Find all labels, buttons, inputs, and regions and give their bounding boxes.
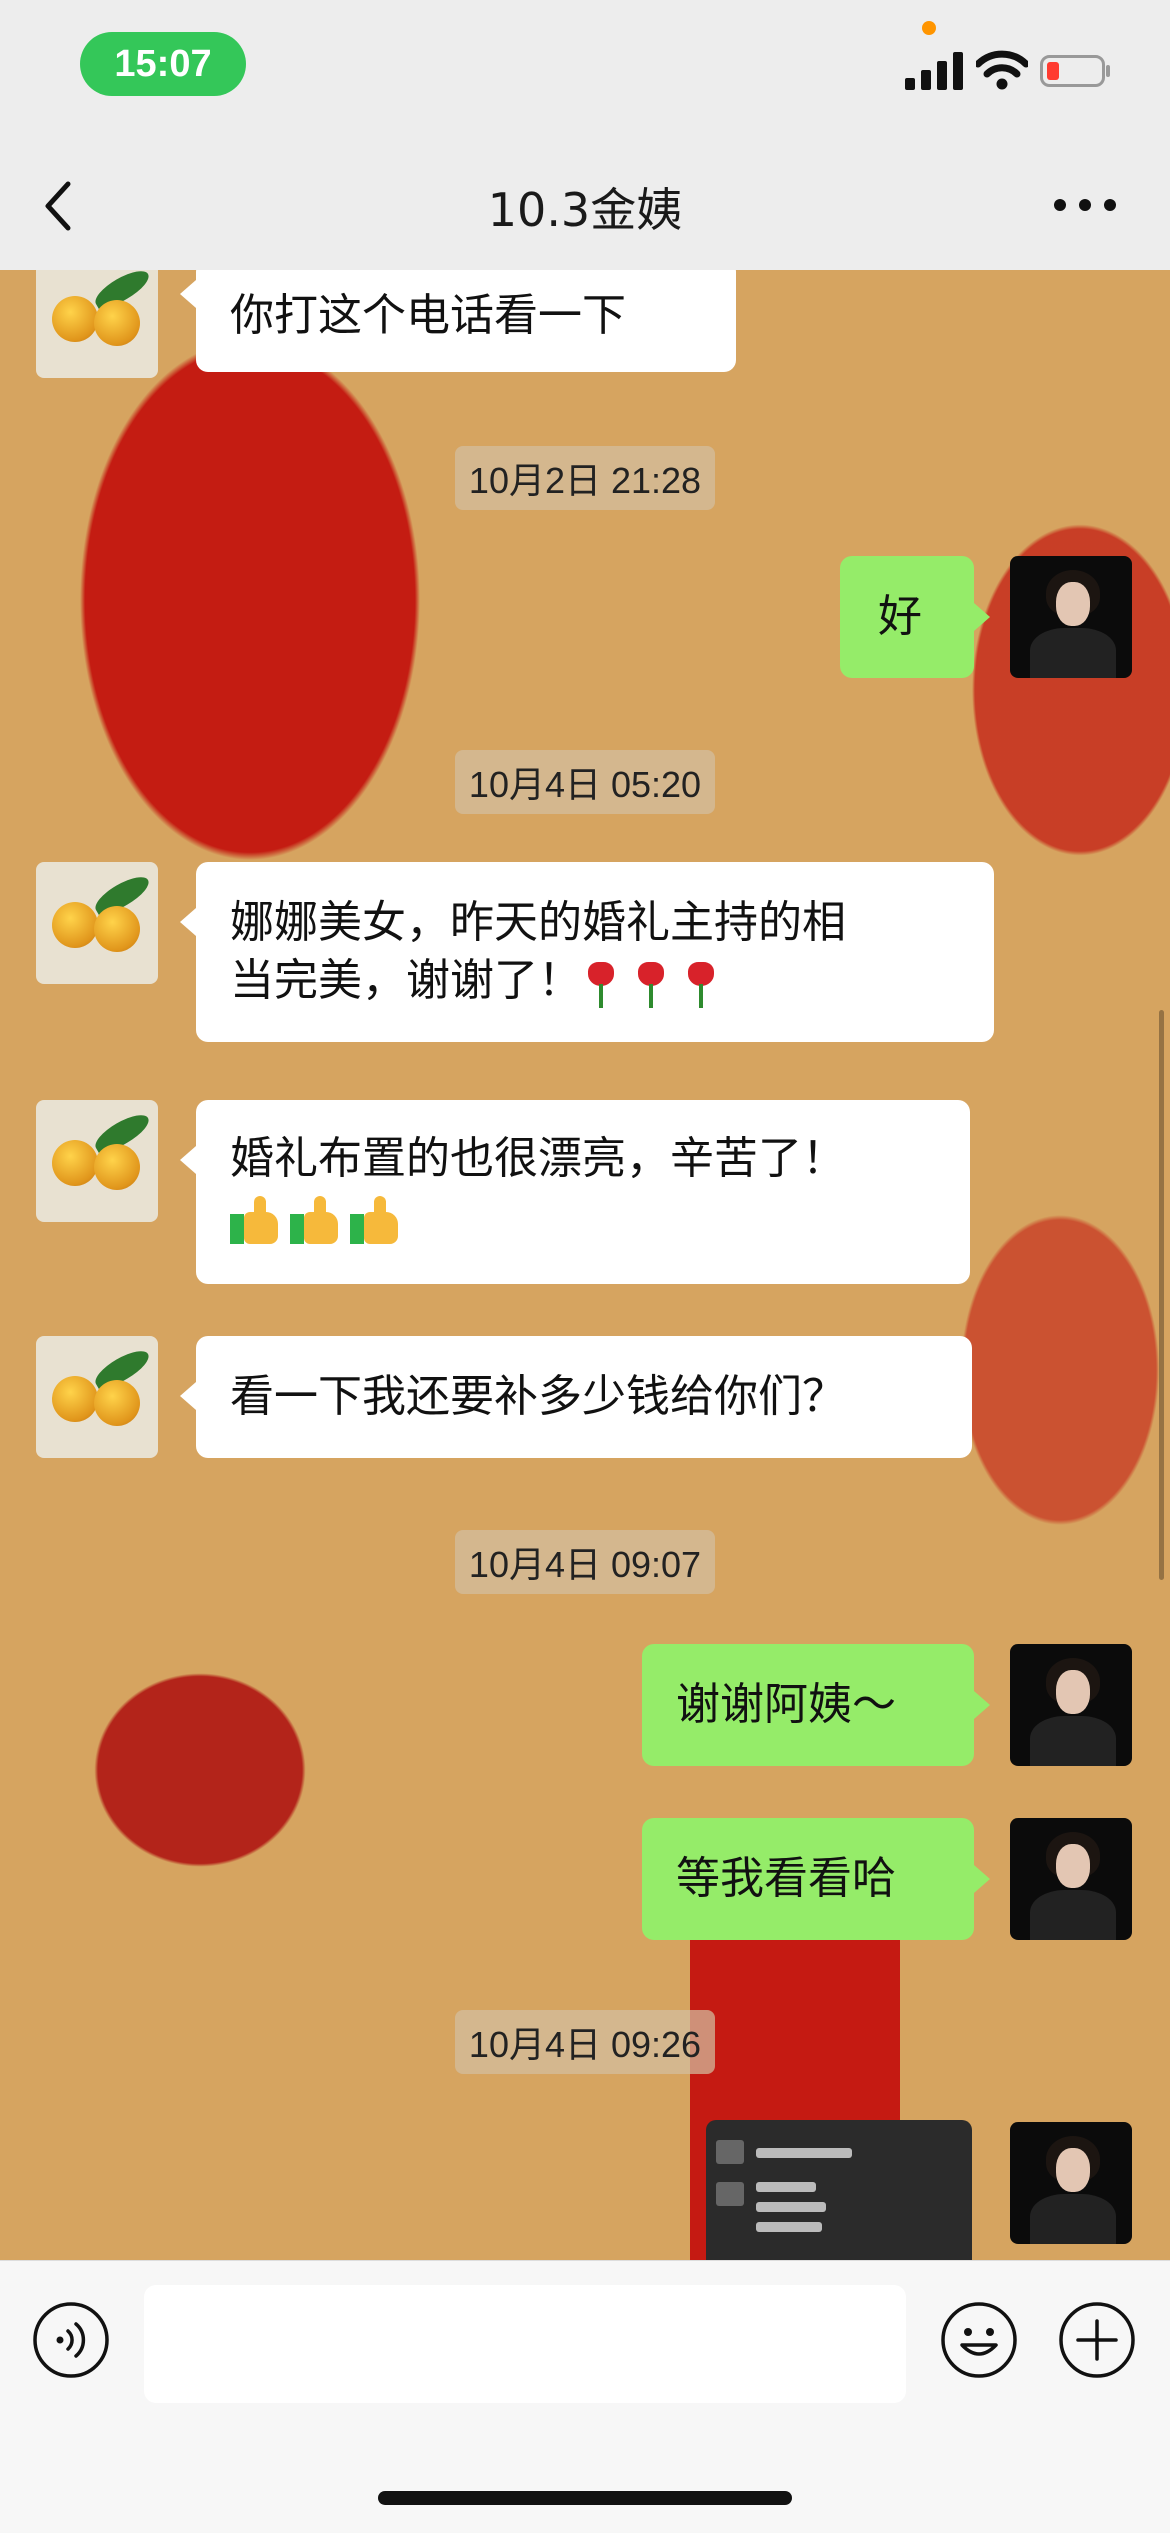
thumbs-up-emoji-icon [290, 1194, 340, 1244]
voice-icon[interactable] [32, 2301, 110, 2379]
message-text: 看一下我还要补多少钱给你们？ [230, 1371, 846, 1422]
wifi-icon [976, 50, 1028, 90]
timestamp: 10月4日 05:20 [0, 750, 1170, 814]
signal-icon [905, 52, 963, 90]
message-bubble[interactable]: 你打这个电话看一下 [196, 270, 736, 372]
more-icon[interactable] [1050, 190, 1120, 220]
rose-emoji-icon [584, 958, 618, 1008]
message-text-line: 当完美，谢谢了！ [230, 955, 582, 1006]
status-time: 15:07 [80, 32, 246, 96]
message-bubble[interactable]: 好 [840, 556, 974, 678]
chat-area[interactable]: 你打这个电话看一下 10月2日 21:28 好 10月4日 05:20 娜娜美女… [0, 270, 1170, 2260]
timestamp: 10月4日 09:07 [0, 1530, 1170, 1594]
message-bubble[interactable]: 等我看看哈 [642, 1818, 974, 1940]
message-text-line: 娜娜美女，昨天的婚礼主持的相 [230, 897, 846, 948]
battery-icon [1040, 55, 1110, 87]
rose-emoji-icon [684, 958, 718, 1008]
scrollbar[interactable] [1159, 1010, 1164, 1580]
message-text: 你打这个电话看一下 [230, 290, 626, 341]
timestamp: 10月2日 21:28 [0, 446, 1170, 510]
message-bubble[interactable]: 看一下我还要补多少钱给你们？ [196, 1336, 972, 1458]
chat-title: 10.3金姨 [487, 183, 683, 237]
home-indicator[interactable] [378, 2491, 792, 2505]
plus-icon[interactable] [1058, 2301, 1136, 2379]
message-bubble[interactable]: 娜娜美女，昨天的婚礼主持的相 当完美，谢谢了！ [196, 862, 994, 1042]
privacy-dot-icon [922, 21, 936, 35]
contact-avatar[interactable] [36, 1100, 158, 1222]
timestamp: 10月4日 09:26 [0, 2010, 1170, 2074]
image-message-thumbnail[interactable] [706, 2120, 972, 2260]
message-text: 谢谢阿姨～ [676, 1679, 896, 1730]
rose-emoji-icon [634, 958, 668, 1008]
message-bubble[interactable]: 谢谢阿姨～ [642, 1644, 974, 1766]
message-text: 等我看看哈 [676, 1853, 896, 1904]
thumbs-up-emoji-icon [350, 1194, 400, 1244]
nav-bar: 10.3金姨 [0, 130, 1170, 270]
message-bubble[interactable]: 婚礼布置的也很漂亮，辛苦了！ [196, 1100, 970, 1284]
message-input[interactable] [144, 2285, 906, 2403]
my-avatar[interactable] [1010, 2122, 1132, 2244]
input-bar [0, 2260, 1170, 2533]
my-avatar[interactable] [1010, 1818, 1132, 1940]
my-avatar[interactable] [1010, 556, 1132, 678]
status-bar: 15:07 [0, 0, 1170, 130]
thumbs-up-emoji-icon [230, 1194, 280, 1244]
contact-avatar[interactable] [36, 270, 158, 378]
contact-avatar[interactable] [36, 1336, 158, 1458]
message-text: 好 [878, 591, 922, 642]
my-avatar[interactable] [1010, 1644, 1132, 1766]
message-text-line: 婚礼布置的也很漂亮，辛苦了！ [230, 1133, 846, 1184]
emoji-icon[interactable] [940, 2301, 1018, 2379]
contact-avatar[interactable] [36, 862, 158, 984]
